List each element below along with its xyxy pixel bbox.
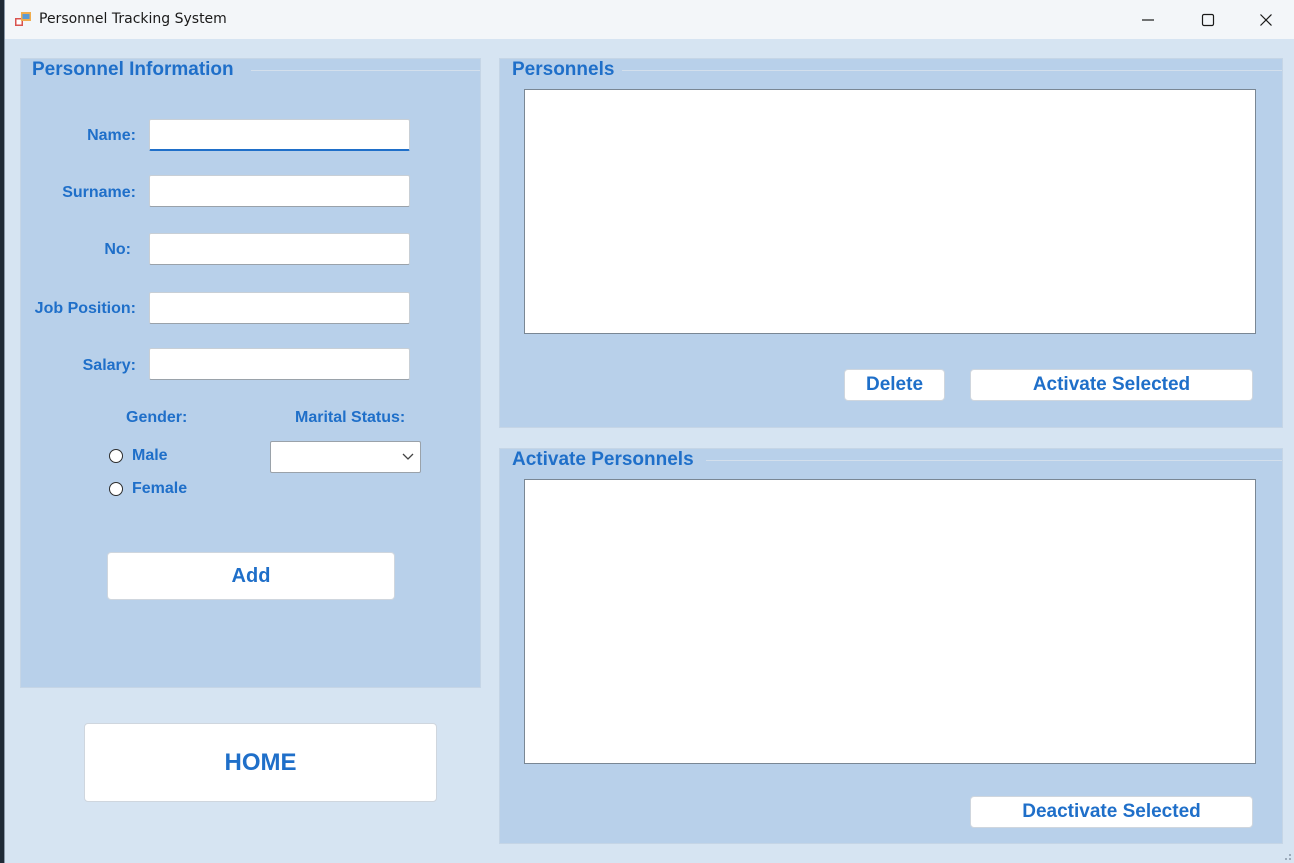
deactivate-selected-label: Deactivate Selected <box>1022 801 1201 822</box>
maximize-icon <box>1201 13 1215 27</box>
delete-button[interactable]: Delete <box>844 369 945 401</box>
gender-label: Gender: <box>126 409 188 426</box>
minimize-icon <box>1142 19 1154 21</box>
delete-button-label: Delete <box>865 374 924 395</box>
radio-circle-male[interactable] <box>109 449 123 463</box>
group-border-line <box>622 70 1282 71</box>
maximize-button[interactable] <box>1179 0 1237 39</box>
salary-input[interactable] <box>149 348 410 380</box>
app-icon <box>15 12 31 26</box>
personnels-list[interactable] <box>524 89 1256 334</box>
activate-selected-button[interactable]: Activate Selected <box>970 369 1253 401</box>
app-window: Personnel Tracking System Personnel Info… <box>4 0 1294 863</box>
activate-selected-label: Activate Selected <box>1032 374 1191 395</box>
female-label: Female <box>132 480 188 497</box>
gender-female-radio[interactable]: Female <box>109 480 209 502</box>
name-input[interactable] <box>149 119 410 151</box>
personnel-info-title: Personnel Information <box>32 59 234 80</box>
home-button[interactable]: HOME <box>84 723 437 802</box>
name-label: Name: <box>87 127 136 144</box>
group-border-line <box>706 460 1282 461</box>
chevron-down-icon <box>402 453 414 460</box>
resize-grip-icon[interactable] <box>1280 849 1292 861</box>
close-icon <box>1260 14 1272 26</box>
surname-label: Surname: <box>62 184 136 201</box>
gender-male-radio[interactable]: Male <box>109 447 189 469</box>
no-input[interactable] <box>149 233 410 265</box>
active-personnels-list[interactable] <box>524 479 1256 764</box>
add-button-label: Add <box>231 565 271 587</box>
close-button[interactable] <box>1237 0 1294 39</box>
active-personnels-title: Activate Personnels <box>512 449 694 470</box>
home-button-label: HOME <box>224 749 297 776</box>
radio-circle-female[interactable] <box>109 482 123 496</box>
personnels-title: Personnels <box>512 59 615 80</box>
deactivate-selected-button[interactable]: Deactivate Selected <box>970 796 1253 828</box>
job-position-input[interactable] <box>149 292 410 324</box>
male-label: Male <box>132 447 168 464</box>
surname-input[interactable] <box>149 175 410 207</box>
marital-status-label: Marital Status: <box>295 409 406 426</box>
title-bar[interactable]: Personnel Tracking System <box>5 0 1294 39</box>
salary-label: Salary: <box>82 357 136 374</box>
minimize-button[interactable] <box>1119 0 1177 39</box>
window-title: Personnel Tracking System <box>39 11 227 27</box>
job-position-label: Job Position: <box>34 300 136 317</box>
no-label: No: <box>104 241 131 258</box>
marital-status-select[interactable] <box>270 441 421 473</box>
add-button[interactable]: Add <box>107 552 395 600</box>
group-border-line <box>251 70 480 71</box>
